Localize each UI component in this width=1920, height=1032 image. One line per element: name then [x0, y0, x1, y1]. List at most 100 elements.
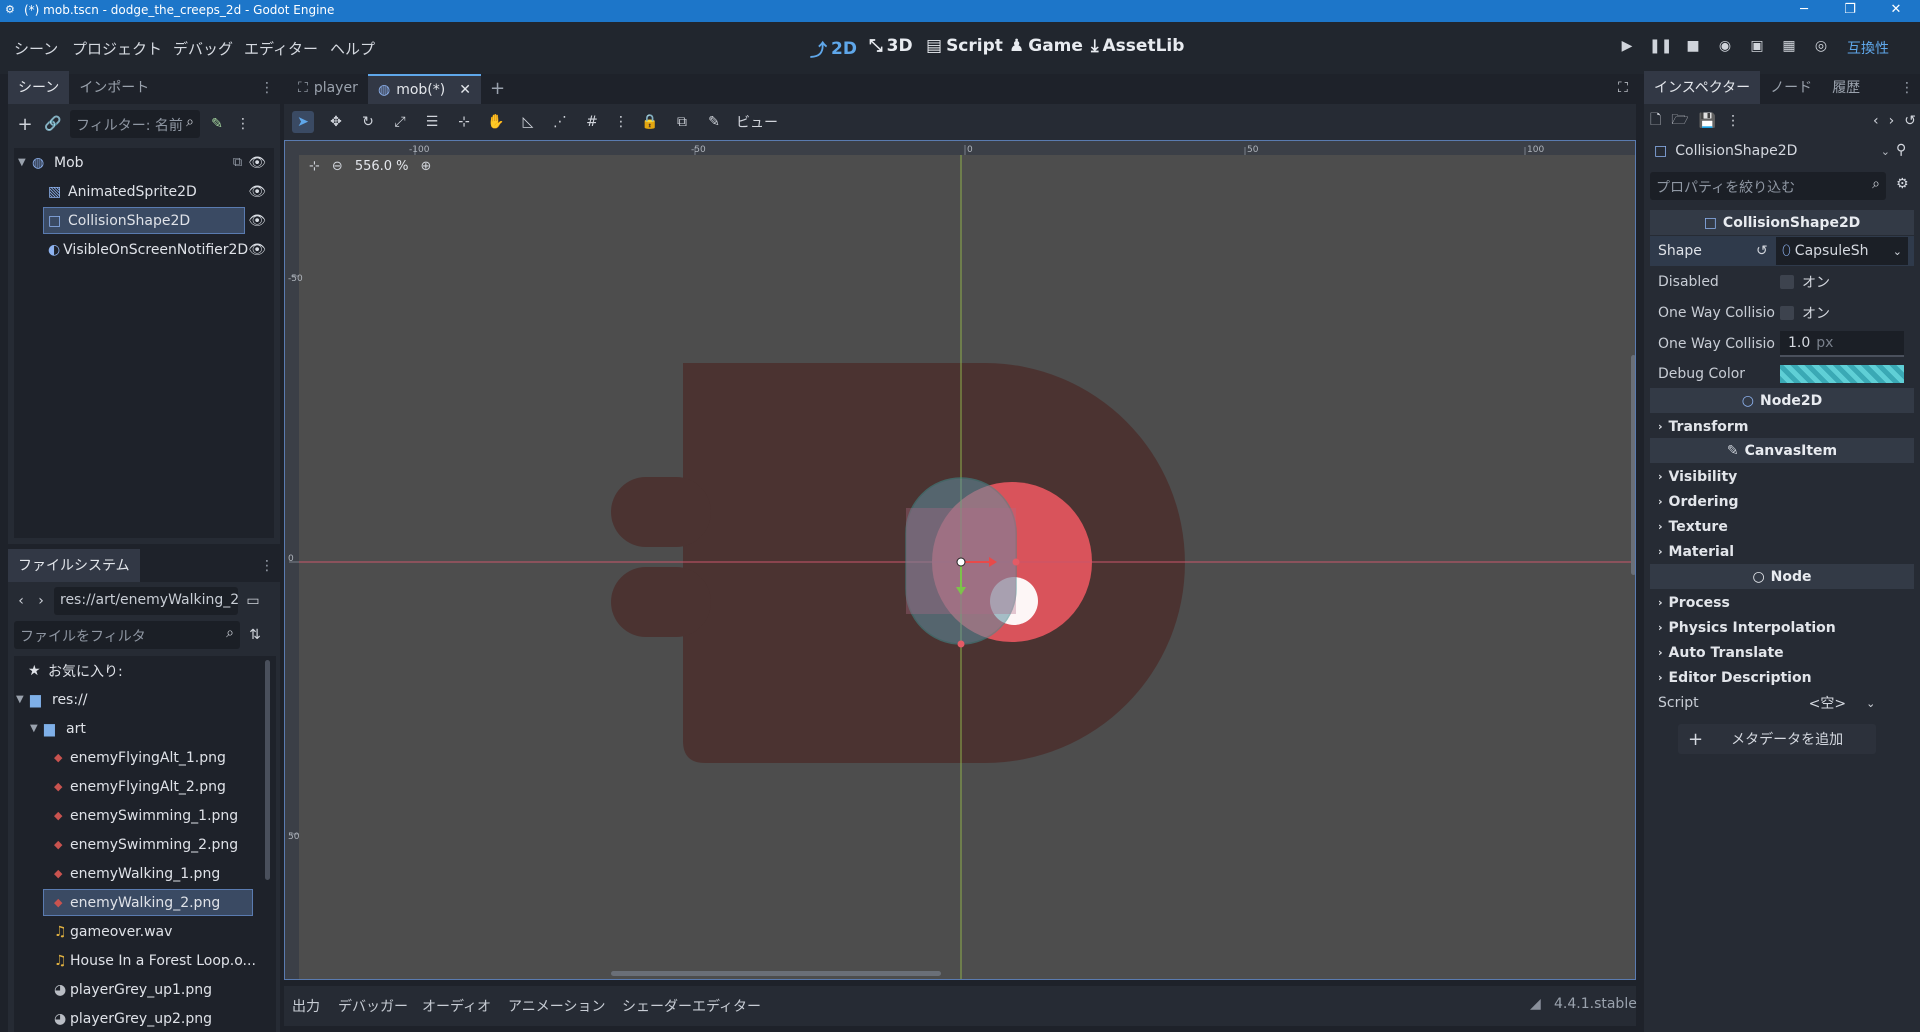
menu-help[interactable]: ヘルプ — [330, 38, 375, 59]
link-icon[interactable]: 🔗 — [42, 116, 64, 132]
vertical-scrollbar[interactable] — [1631, 355, 1635, 575]
minimize-button[interactable]: ─ — [1784, 2, 1824, 17]
folder-row-art[interactable]: ▼ ▆ art — [14, 714, 276, 743]
file-row[interactable]: ◆ enemyFlyingAlt_1.png — [14, 743, 276, 772]
bone-icon[interactable]: ✎ — [704, 114, 724, 130]
stop-icon[interactable]: ■ — [1682, 38, 1704, 60]
tree-node-animatedsprite2d[interactable]: ▧ AnimatedSprite2D 👁 — [14, 177, 274, 206]
add-tab-icon[interactable]: + — [490, 78, 505, 99]
debug-color-swatch[interactable] — [1780, 365, 1904, 383]
tab-debugger[interactable]: デバッガー — [338, 996, 408, 1016]
file-row[interactable]: ◆ enemySwimming_1.png — [14, 801, 276, 830]
revert-icon[interactable]: ↺ — [1756, 243, 1776, 259]
scale-mode-icon[interactable]: ⤢ — [390, 114, 410, 130]
tab-node[interactable]: ノード — [1760, 71, 1822, 104]
horizontal-scrollbar[interactable] — [611, 971, 941, 976]
group-ordering[interactable]: › Ordering — [1650, 489, 1914, 514]
file-tree-scrollbar[interactable] — [265, 660, 270, 880]
open-resource-icon[interactable]: 🗁 — [1671, 109, 1688, 133]
close-window-button[interactable]: ✕ — [1876, 2, 1916, 17]
tab-audio[interactable]: オーディオ — [422, 996, 491, 1016]
folder-row-res[interactable]: ▼ ▆ res:// — [14, 685, 276, 714]
dock-menu-icon[interactable]: ⋮ — [254, 80, 280, 104]
group-physics-interpolation[interactable]: › Physics Interpolation — [1650, 615, 1914, 640]
file-row[interactable]: ◆ enemyFlyingAlt_2.png — [14, 772, 276, 801]
history-back-icon[interactable]: ‹ — [1873, 113, 1879, 129]
favorites-row[interactable]: ★ お気に入り: — [14, 656, 276, 685]
object-selector[interactable]: □ CollisionShape2D ⌄ — [1650, 138, 1890, 164]
move-mode-icon[interactable]: ✥ — [326, 114, 346, 130]
menu-editor[interactable]: エディター — [244, 38, 318, 59]
group-material[interactable]: › Material — [1650, 539, 1914, 564]
forward-icon[interactable]: › — [34, 593, 48, 609]
distraction-free-icon[interactable]: ⛶ — [1618, 80, 1628, 96]
dock-menu-icon[interactable]: ⋮ — [1894, 80, 1920, 104]
visibility-eye-icon[interactable]: 👁 — [248, 184, 266, 200]
tab-output[interactable]: 出力 — [292, 996, 320, 1016]
attach-script-icon[interactable]: ✎ — [206, 116, 228, 132]
tab-history[interactable]: 履歴 — [1822, 71, 1870, 104]
pan-icon[interactable]: ✋ — [486, 114, 506, 130]
scene-filter-input[interactable]: フィルター: 名前 ⌕ — [70, 110, 200, 138]
scene-options-icon[interactable]: ⋮ — [234, 116, 252, 132]
smart-snap-icon[interactable]: ⋰ — [550, 114, 570, 130]
main-tab-script[interactable]: ▤ Script — [926, 36, 1003, 56]
file-row[interactable]: ♫ House In a Forest Loop.o... — [14, 946, 276, 975]
new-resource-icon[interactable]: 🗋 — [1650, 109, 1661, 133]
dock-menu-icon[interactable]: ⋮ — [254, 558, 280, 582]
tab-shader-editor[interactable]: シェーダーエディター — [622, 996, 761, 1016]
group-icon[interactable]: ⧉ — [672, 114, 692, 130]
tab-mob[interactable]: ◍ mob(*) ✕ — [368, 74, 481, 104]
script-picker[interactable]: <空> ⌄ — [1780, 690, 1904, 716]
group-icon[interactable]: ⧉ — [233, 155, 242, 170]
shape-resource-picker[interactable]: ⬯ CapsuleSh ⌄ — [1776, 237, 1908, 265]
center-view-icon[interactable]: ⊹ — [309, 159, 320, 174]
play-icon[interactable]: ▶ — [1616, 38, 1638, 60]
menu-scene[interactable]: シーン — [14, 38, 58, 59]
main-tab-assetlib[interactable]: ⤓ AssetLib — [1091, 36, 1184, 56]
history-forward-icon[interactable]: › — [1889, 113, 1895, 129]
tree-node-collisionshape2d[interactable]: □ CollisionShape2D 👁 — [14, 206, 274, 235]
resource-menu-icon[interactable]: ⋮ — [1726, 113, 1740, 129]
zoom-out-icon[interactable]: ⊖ — [332, 159, 343, 174]
remote-debug-icon[interactable]: ◉ — [1714, 38, 1736, 60]
group-auto-translate[interactable]: › Auto Translate — [1650, 640, 1914, 665]
snap-options-icon[interactable]: ⋮ — [614, 114, 628, 130]
ruler-icon[interactable]: ◺ — [518, 114, 538, 130]
split-view-icon[interactable]: ▭ — [244, 593, 262, 609]
one-way-collision-checkbox[interactable] — [1780, 306, 1794, 320]
property-options-icon[interactable]: ⚙ — [1896, 176, 1909, 192]
file-row[interactable]: ♫ gameover.wav — [14, 917, 276, 946]
property-filter-input[interactable]: プロパティを絞り込む ⌕ — [1650, 172, 1886, 200]
file-row[interactable]: ◕ playerGrey_up1.png — [14, 975, 276, 1004]
viewport-canvas[interactable]: -100 -50 0 50 100 -50 0 50 — [285, 141, 1636, 980]
canvas-viewport[interactable]: -100 -50 0 50 100 -50 0 50 ⊹ ⊖ 556.0 % ⊕ — [284, 140, 1636, 980]
file-filter-input[interactable]: ファイルをフィルタ ⌕ — [14, 621, 240, 649]
group-editor-description[interactable]: › Editor Description — [1650, 665, 1914, 690]
run-current-scene-icon[interactable]: ▣ — [1746, 38, 1768, 60]
zoom-in-icon[interactable]: ⊕ — [421, 159, 432, 174]
main-tab-2d[interactable]: ⤴ 2D — [810, 36, 857, 62]
pivot-icon[interactable]: ⊹ — [454, 114, 474, 130]
rotate-mode-icon[interactable]: ↻ — [358, 114, 378, 130]
disabled-checkbox[interactable] — [1780, 275, 1794, 289]
visibility-eye-icon[interactable]: 👁 — [248, 213, 266, 229]
tree-node-mob[interactable]: ▼ ◍ Mob ⧉ 👁 — [14, 148, 274, 177]
object-info-icon[interactable]: ⚲ — [1896, 142, 1906, 158]
tab-scene[interactable]: シーン — [8, 71, 70, 104]
tab-player[interactable]: ⛶ player — [288, 74, 368, 104]
group-texture[interactable]: › Texture — [1650, 514, 1914, 539]
object-history-icon[interactable]: ↺ — [1904, 113, 1916, 129]
movie-maker-icon[interactable]: ◎ — [1810, 38, 1832, 60]
file-row-selected[interactable]: ◆ enemyWalking_2.png — [14, 888, 276, 917]
group-transform[interactable]: › Transform — [1650, 414, 1914, 439]
run-custom-scene-icon[interactable]: ▦ — [1778, 38, 1800, 60]
save-resource-icon[interactable]: 💾 — [1699, 113, 1716, 129]
list-select-icon[interactable]: ☰ — [422, 114, 442, 130]
add-metadata-button[interactable]: + メタデータを追加 — [1678, 724, 1876, 754]
menu-project[interactable]: プロジェクト — [72, 38, 162, 59]
view-menu[interactable]: ビュー — [736, 112, 778, 132]
lock-icon[interactable]: 🔒 — [640, 114, 660, 130]
close-tab-icon[interactable]: ✕ — [459, 82, 471, 98]
tab-inspector[interactable]: インスペクター — [1644, 71, 1761, 104]
